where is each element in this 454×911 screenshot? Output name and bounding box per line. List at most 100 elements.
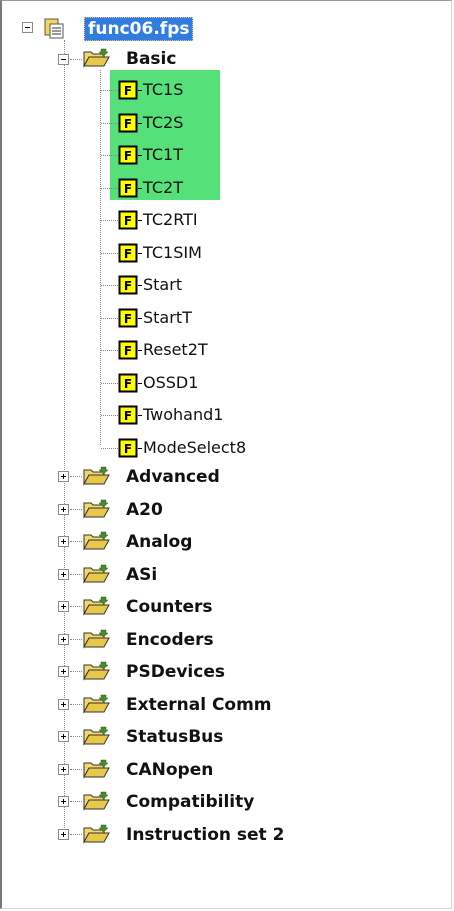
tree-line xyxy=(70,801,82,802)
tree-line xyxy=(70,606,82,607)
function-item-label[interactable]: Twohand1 xyxy=(143,405,223,425)
tree-line xyxy=(101,317,118,319)
function-block-icon: F xyxy=(118,373,138,392)
connector-line xyxy=(138,350,142,351)
svg-text:F: F xyxy=(124,117,132,131)
folder-label[interactable]: CANopen xyxy=(126,760,213,780)
svg-text:F: F xyxy=(124,84,132,98)
collapse-basic-toggle[interactable] xyxy=(58,54,69,65)
function-item-label[interactable]: ModeSelect8 xyxy=(143,438,246,458)
expand-folder-toggle[interactable] xyxy=(58,536,69,547)
tree-line xyxy=(101,220,118,221)
connector-line xyxy=(138,382,142,384)
expand-folder-toggle[interactable] xyxy=(58,666,69,677)
function-item-label[interactable]: TC2S xyxy=(143,113,183,133)
tree-line xyxy=(70,703,82,705)
function-block-icon: F xyxy=(118,80,138,100)
open-folder-icon xyxy=(83,564,110,584)
connector-line xyxy=(138,122,142,124)
svg-text:F: F xyxy=(124,442,132,456)
function-item-label[interactable]: TC1S xyxy=(143,80,183,100)
tree-line xyxy=(70,508,82,510)
function-block-icon: F xyxy=(118,308,138,327)
connector-line xyxy=(138,285,142,286)
function-item-label[interactable]: Reset2T xyxy=(143,340,208,360)
tree-line xyxy=(70,638,82,640)
folder-label[interactable]: Encoders xyxy=(126,630,214,650)
open-folder-icon xyxy=(83,661,110,681)
tree-line xyxy=(100,70,101,445)
svg-text:F: F xyxy=(124,214,132,228)
function-item-label[interactable]: StartT xyxy=(143,308,192,328)
function-item-label[interactable]: TC2RTI xyxy=(143,210,198,230)
connector-line xyxy=(138,415,142,416)
tree-line xyxy=(101,447,118,449)
svg-text:F: F xyxy=(124,312,132,326)
folder-label[interactable]: StatusBus xyxy=(126,727,223,747)
function-block-icon: F xyxy=(118,243,138,262)
folder-label[interactable]: External Comm xyxy=(126,695,272,715)
function-block-icon: F xyxy=(118,340,138,360)
root-node-label[interactable]: func06.fps xyxy=(84,17,194,41)
collapse-root-toggle[interactable] xyxy=(22,22,33,33)
function-block-icon: F xyxy=(118,405,138,425)
open-folder-icon xyxy=(83,466,110,486)
connector-line xyxy=(138,447,142,449)
tree-line xyxy=(101,252,118,254)
tree-line xyxy=(64,40,65,830)
function-item-label[interactable]: TC1T xyxy=(143,145,183,165)
expand-folder-toggle[interactable] xyxy=(58,471,69,482)
expand-folder-toggle[interactable] xyxy=(58,698,69,710)
svg-text:F: F xyxy=(124,409,132,423)
open-folder-icon xyxy=(83,48,110,68)
folder-label[interactable]: ASi xyxy=(126,565,157,585)
function-item-label[interactable]: OSSD1 xyxy=(143,373,198,393)
svg-text:F: F xyxy=(124,377,132,391)
function-block-icon: F xyxy=(118,210,138,230)
connector-line xyxy=(138,155,142,156)
function-item-label[interactable]: TC2T xyxy=(143,178,183,198)
tree-line xyxy=(101,155,118,156)
open-folder-icon xyxy=(83,499,110,519)
connector-line xyxy=(138,252,142,254)
function-block-icon: F xyxy=(118,275,138,295)
tree-line xyxy=(70,541,82,542)
open-folder-icon xyxy=(83,531,110,551)
open-folder-icon xyxy=(83,629,110,649)
tree-line xyxy=(70,476,82,477)
folder-label[interactable]: Counters xyxy=(126,597,213,617)
folder-label[interactable]: PSDevices xyxy=(126,662,225,682)
svg-text:F: F xyxy=(124,247,132,261)
tree-line xyxy=(70,671,82,672)
expand-folder-toggle[interactable] xyxy=(58,731,69,742)
open-folder-icon xyxy=(83,726,110,746)
svg-text:F: F xyxy=(124,182,132,196)
connector-line xyxy=(138,187,142,189)
folder-label[interactable]: A20 xyxy=(126,500,163,520)
folder-label[interactable]: Instruction set 2 xyxy=(126,825,284,845)
folder-label[interactable]: Analog xyxy=(126,532,192,552)
svg-text:F: F xyxy=(124,149,132,163)
function-item-label[interactable]: TC1SIM xyxy=(143,243,202,263)
expand-folder-toggle[interactable] xyxy=(58,828,69,840)
expand-folder-toggle[interactable] xyxy=(58,503,69,515)
tree-line xyxy=(70,573,82,575)
function-block-icon: F xyxy=(118,438,138,457)
function-item-label[interactable]: Start xyxy=(143,275,182,295)
svg-text:F: F xyxy=(124,344,132,358)
function-block-icon: F xyxy=(118,113,138,132)
open-folder-icon xyxy=(83,791,110,811)
project-icon xyxy=(44,18,64,39)
tree-line xyxy=(101,187,118,189)
expand-folder-toggle[interactable] xyxy=(58,796,69,807)
tree-line xyxy=(70,59,82,60)
expand-folder-toggle[interactable] xyxy=(58,601,69,612)
open-folder-icon xyxy=(83,824,110,844)
expand-folder-toggle[interactable] xyxy=(58,633,69,645)
expand-folder-toggle[interactable] xyxy=(58,763,69,775)
folder-label-basic[interactable]: Basic xyxy=(126,49,176,69)
folder-label[interactable]: Compatibility xyxy=(126,792,254,812)
connector-line xyxy=(138,317,142,319)
folder-label[interactable]: Advanced xyxy=(126,467,220,487)
expand-folder-toggle[interactable] xyxy=(58,568,69,580)
